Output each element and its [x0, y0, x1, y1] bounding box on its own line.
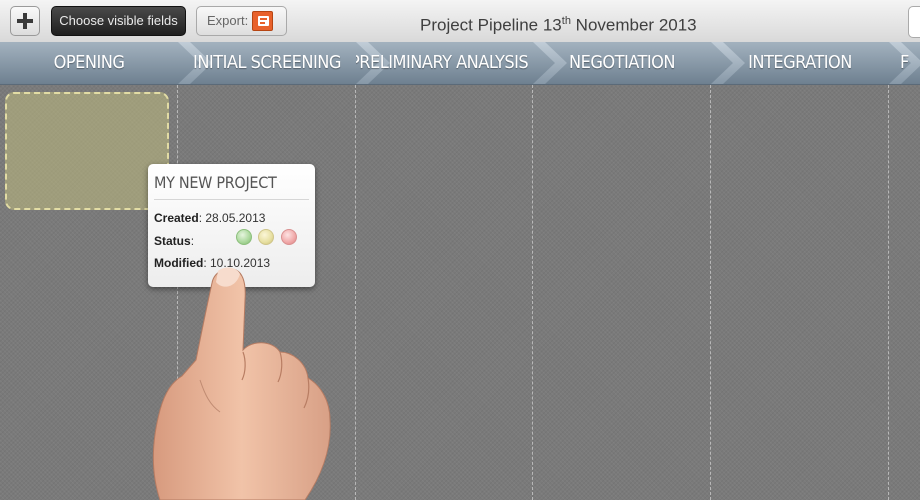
pointing-hand-icon	[0, 0, 920, 500]
